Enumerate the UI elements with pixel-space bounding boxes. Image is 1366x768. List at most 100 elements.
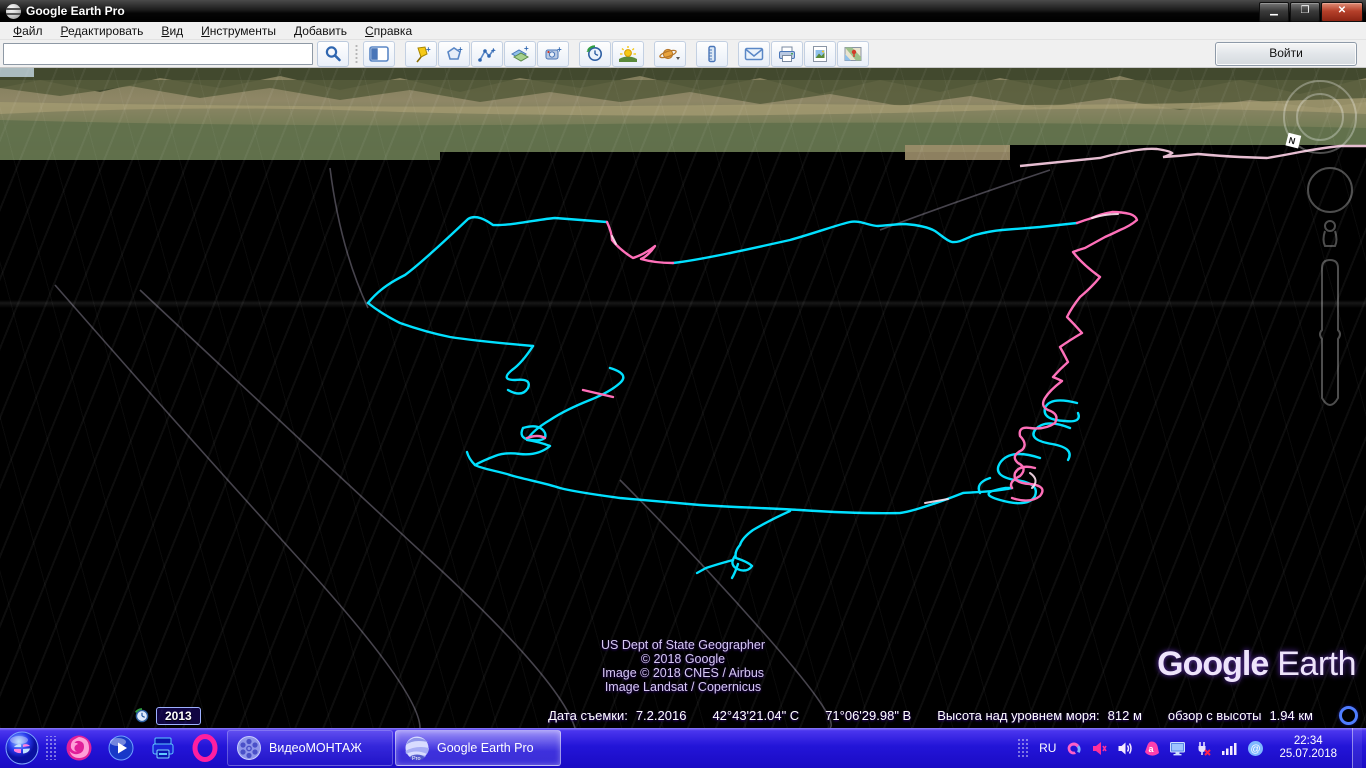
- menu-file[interactable]: Файл: [4, 22, 52, 40]
- media-player-icon: [107, 734, 135, 762]
- google-maps-icon: [843, 45, 863, 63]
- svg-text:Pro: Pro: [412, 756, 421, 761]
- historical-imagery-button[interactable]: [579, 41, 611, 67]
- close-button[interactable]: ✕: [1321, 2, 1363, 22]
- desktop: Google Earth Pro ▁ ❐ ✕ Файл Редактироват…: [0, 0, 1366, 768]
- quicklaunch-printer[interactable]: [142, 728, 184, 768]
- svg-text:+: +: [426, 45, 431, 54]
- sun-icon: [618, 45, 638, 63]
- taskbar-app-google-earth[interactable]: Pro Google Earth Pro: [395, 730, 561, 766]
- svg-text:+: +: [458, 45, 463, 54]
- windows-logo-icon: [5, 731, 39, 765]
- google-earth-globe-icon: Pro: [404, 735, 430, 761]
- add-placemark-button[interactable]: +: [405, 41, 437, 67]
- terrain-texture: [0, 68, 1366, 728]
- mailru-agent-icon[interactable]: @: [1247, 740, 1264, 757]
- comodo-icon[interactable]: [1065, 740, 1082, 757]
- taskbar-app-label: Google Earth Pro: [437, 741, 534, 755]
- avast-icon[interactable]: a: [1143, 740, 1160, 757]
- sunlight-button[interactable]: [612, 41, 644, 67]
- volume-icon[interactable]: [1117, 740, 1134, 757]
- status-bar: Дата съемки:7.2.2016 42°43'21.04" С 71°0…: [0, 706, 1358, 725]
- history-clock-icon: [585, 45, 605, 63]
- window-titlebar[interactable]: Google Earth Pro ▁ ❐ ✕: [0, 0, 1366, 22]
- tray-handle: [1018, 737, 1028, 759]
- print-button[interactable]: [771, 41, 803, 67]
- longitude: 71°06'29.98" В: [825, 708, 911, 723]
- network-signal-icon[interactable]: [1221, 740, 1238, 757]
- add-image-overlay-button[interactable]: +: [504, 41, 536, 67]
- google-earth-watermark: Google Earth: [1157, 645, 1356, 684]
- quicklaunch-firefox[interactable]: [58, 728, 100, 768]
- menu-help[interactable]: Справка: [356, 22, 421, 40]
- email-icon: [744, 46, 764, 62]
- start-button[interactable]: [0, 728, 44, 768]
- google-earth-app-icon: [6, 4, 21, 19]
- menu-add[interactable]: Добавить: [285, 22, 356, 40]
- language-indicator[interactable]: RU: [1039, 741, 1056, 755]
- taskbar-clock[interactable]: 22:34 25.07.2018: [1273, 735, 1343, 761]
- saturn-icon: [658, 45, 682, 63]
- elevation: Высота над уровнем моря:812 м: [937, 708, 1142, 723]
- display-settings-icon[interactable]: [1169, 740, 1186, 757]
- tour-camera-icon: +: [543, 45, 563, 63]
- horizon-imagery: [0, 68, 1366, 162]
- view-in-maps-button[interactable]: [837, 41, 869, 67]
- save-image-icon: [811, 45, 829, 63]
- search-icon: [324, 45, 342, 63]
- search-button[interactable]: [317, 41, 349, 67]
- taskbar-app-videomontazh[interactable]: ВидеоМОНТАЖ: [227, 730, 393, 766]
- windows-taskbar: ВидеоМОНТАЖ Pro Google Earth Pro RU: [0, 728, 1366, 768]
- polygon-icon: +: [444, 45, 464, 63]
- menu-view[interactable]: Вид: [152, 22, 192, 40]
- svg-text:+: +: [524, 45, 529, 53]
- search-input[interactable]: [3, 43, 313, 65]
- volume-muted-icon[interactable]: [1091, 740, 1108, 757]
- pushpin-icon: +: [411, 45, 431, 63]
- terrain-and-tracks: N: [0, 68, 1366, 728]
- imagery-date: Дата съемки:7.2.2016: [548, 708, 686, 723]
- firefox-icon: [65, 734, 93, 762]
- menu-bar: Файл Редактировать Вид Инструменты Добав…: [0, 22, 1366, 40]
- restore-button[interactable]: ❐: [1290, 2, 1320, 22]
- eye-altitude: обзор с высоты1.94 км: [1168, 708, 1313, 723]
- record-tour-button[interactable]: +: [537, 41, 569, 67]
- toolbar-separator: [353, 43, 359, 65]
- map-copyright: US Dept of State Geographer © 2018 Googl…: [601, 638, 765, 694]
- taskbar-app-label: ВидеоМОНТАЖ: [269, 741, 362, 755]
- printer-icon: [149, 734, 177, 762]
- show-desktop-button[interactable]: [1352, 728, 1362, 768]
- streaming-indicator-icon: [1339, 706, 1358, 725]
- menu-tools[interactable]: Инструменты: [192, 22, 285, 40]
- path-icon: +: [477, 45, 497, 63]
- svg-text:+: +: [557, 45, 562, 54]
- taskbar-handle: [46, 736, 56, 760]
- clock-date: 25.07.2018: [1279, 748, 1337, 761]
- image-overlay-icon: +: [510, 45, 530, 63]
- toggle-sidebar-button[interactable]: [363, 41, 395, 67]
- opera-icon: [191, 734, 219, 762]
- earth-viewport[interactable]: N US Dept of State Geographer © 2018 Goo…: [0, 68, 1366, 728]
- main-toolbar: + + + +: [0, 40, 1366, 68]
- svg-text:@: @: [1251, 744, 1261, 755]
- add-polygon-button[interactable]: +: [438, 41, 470, 67]
- minimize-button[interactable]: ▁: [1259, 2, 1289, 22]
- add-path-button[interactable]: +: [471, 41, 503, 67]
- power-disconnected-icon[interactable]: [1195, 740, 1212, 757]
- system-tray: RU a @: [1016, 728, 1366, 768]
- clock-time: 22:34: [1279, 735, 1337, 748]
- sign-in-button[interactable]: Войти: [1215, 42, 1357, 66]
- svg-text:+: +: [491, 46, 496, 55]
- print-icon: [777, 45, 797, 63]
- window-title: Google Earth Pro: [26, 4, 125, 18]
- email-button[interactable]: [738, 41, 770, 67]
- quicklaunch-media-player[interactable]: [100, 728, 142, 768]
- latitude: 42°43'21.04" С: [712, 708, 799, 723]
- ruler-button[interactable]: [696, 41, 728, 67]
- save-image-button[interactable]: [804, 41, 836, 67]
- planets-button[interactable]: [654, 41, 686, 67]
- menu-edit[interactable]: Редактировать: [52, 22, 153, 40]
- sidebar-icon: [369, 46, 389, 62]
- ruler-icon: [702, 45, 722, 63]
- quicklaunch-opera[interactable]: [184, 728, 226, 768]
